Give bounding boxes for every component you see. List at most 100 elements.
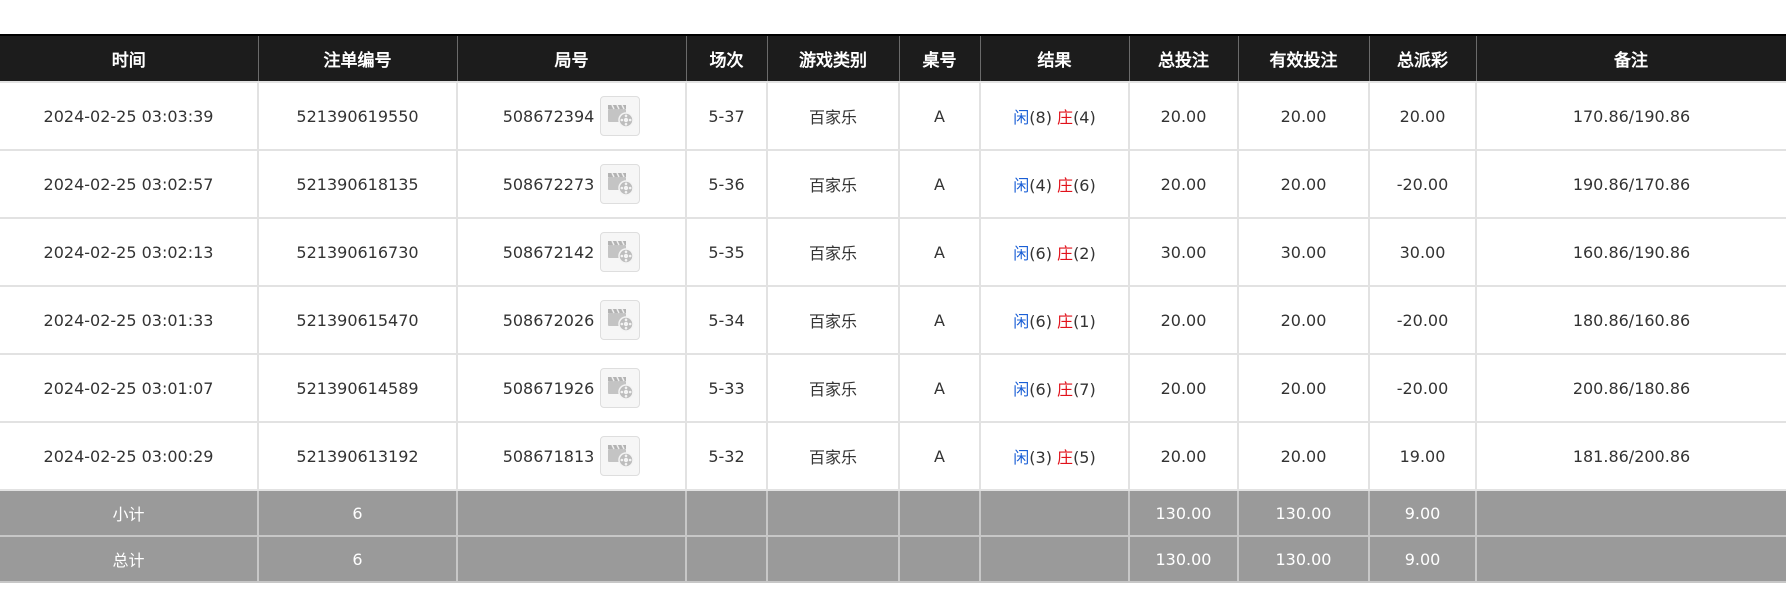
result-banker-label: 庄 [1057, 448, 1074, 467]
cell-total-payout: 19.00 [1368, 421, 1477, 491]
cell-order-no: 521390613192 [257, 421, 458, 491]
cell-remark: 181.86/200.86 [1475, 421, 1786, 491]
result-player-score: (4) [1029, 176, 1052, 195]
result-player-label: 闲 [1013, 312, 1030, 331]
cell-result: 闲(6) 庄(2) [979, 217, 1130, 287]
cell-remark: 160.86/190.86 [1475, 217, 1786, 287]
replay-button[interactable] [600, 164, 641, 204]
replay-button[interactable] [600, 232, 641, 272]
grand-total-total-payout: 9.00 [1368, 535, 1477, 583]
grand-total-row: 总计 6 130.00 130.00 9.00 [0, 535, 1786, 583]
round-no-group: 508672273 [503, 164, 641, 204]
cell-session: 5-32 [685, 421, 768, 491]
cell-session: 5-36 [685, 149, 768, 219]
cell-total-payout: -20.00 [1368, 285, 1477, 355]
cell-game-type: 百家乐 [766, 217, 900, 287]
column-header-total-bet: 总投注 [1128, 34, 1239, 82]
cell-session: 5-37 [685, 81, 768, 151]
result-player-label: 闲 [1013, 244, 1030, 263]
cell-table: A [898, 217, 981, 287]
result-player-label: 闲 [1013, 380, 1030, 399]
column-header-round-no: 局号 [456, 34, 687, 82]
cell-time: 2024-02-25 03:00:29 [0, 421, 259, 491]
cell-remark: 200.86/180.86 [1475, 353, 1786, 423]
cell-total-bet: 20.00 [1128, 81, 1239, 151]
cell-order-no: 521390616730 [257, 217, 458, 287]
grand-total-total-bet: 130.00 [1128, 535, 1239, 583]
cell-result: 闲(4) 庄(6) [979, 149, 1130, 219]
replay-button[interactable] [600, 436, 641, 476]
round-no-group: 508671926 [503, 368, 641, 408]
cell-total-bet: 30.00 [1128, 217, 1239, 287]
video-replay-icon [608, 308, 635, 332]
cell-table: A [898, 149, 981, 219]
empty-cell [456, 489, 687, 537]
column-header-result: 结果 [979, 34, 1130, 82]
cell-round-no: 508671926 [456, 353, 687, 423]
round-no-group: 508672026 [503, 300, 641, 340]
round-no-text: 508672026 [502, 310, 595, 330]
cell-remark: 190.86/170.86 [1475, 149, 1786, 219]
round-no-group: 508671813 [503, 436, 641, 476]
cell-valid-bet: 20.00 [1237, 421, 1370, 491]
cell-result: 闲(6) 庄(1) [979, 285, 1130, 355]
column-header-time: 时间 [0, 34, 259, 82]
result-banker-score: (4) [1073, 108, 1096, 127]
cell-order-no: 521390614589 [257, 353, 458, 423]
subtotal-total-bet: 130.00 [1128, 489, 1239, 537]
cell-game-type: 百家乐 [766, 353, 900, 423]
cell-result: 闲(3) 庄(5) [979, 421, 1130, 491]
cell-valid-bet: 30.00 [1237, 217, 1370, 287]
subtotal-total-payout: 9.00 [1368, 489, 1477, 537]
cell-total-bet: 20.00 [1128, 285, 1239, 355]
result-banker-label: 庄 [1057, 176, 1074, 195]
video-replay-icon [608, 172, 635, 196]
cell-valid-bet: 20.00 [1237, 149, 1370, 219]
grand-total-valid-bet: 130.00 [1237, 535, 1370, 583]
result-banker-score: (5) [1073, 448, 1096, 467]
result-banker-label: 庄 [1057, 380, 1074, 399]
cell-session: 5-34 [685, 285, 768, 355]
replay-button[interactable] [600, 96, 641, 136]
table-header-row: 时间 注单编号 局号 场次 游戏类别 桌号 结果 总投注 有效投注 总派彩 备注 [0, 34, 1786, 82]
cell-remark: 180.86/160.86 [1475, 285, 1786, 355]
column-header-order-no: 注单编号 [257, 34, 458, 82]
cell-round-no: 508672394 [456, 81, 687, 151]
cell-total-bet: 20.00 [1128, 421, 1239, 491]
cell-game-type: 百家乐 [766, 285, 900, 355]
round-no-text: 508671926 [502, 378, 595, 398]
table-body: 2024-02-25 03:03:39 521390619550 5086723… [0, 81, 1786, 491]
empty-cell [1475, 489, 1786, 537]
cell-time: 2024-02-25 03:01:33 [0, 285, 259, 355]
cell-valid-bet: 20.00 [1237, 81, 1370, 151]
subtotal-count: 6 [257, 489, 458, 537]
result-player-score: (6) [1029, 312, 1052, 331]
cell-total-bet: 20.00 [1128, 353, 1239, 423]
replay-button[interactable] [600, 300, 641, 340]
round-no-text: 508671813 [502, 446, 595, 466]
cell-order-no: 521390618135 [257, 149, 458, 219]
cell-total-payout: 20.00 [1368, 81, 1477, 151]
empty-cell [1475, 535, 1786, 583]
cell-result: 闲(8) 庄(4) [979, 81, 1130, 151]
cell-game-type: 百家乐 [766, 149, 900, 219]
table-row: 2024-02-25 03:03:39 521390619550 5086723… [0, 81, 1786, 151]
cell-valid-bet: 20.00 [1237, 353, 1370, 423]
replay-button[interactable] [600, 368, 641, 408]
result-banker-score: (7) [1073, 380, 1096, 399]
cell-round-no: 508672142 [456, 217, 687, 287]
column-header-valid-bet: 有效投注 [1237, 34, 1370, 82]
column-header-total-payout: 总派彩 [1368, 34, 1477, 82]
video-replay-icon [608, 376, 635, 400]
round-no-text: 508672394 [502, 106, 595, 126]
subtotal-valid-bet: 130.00 [1237, 489, 1370, 537]
grand-total-label: 总计 [0, 535, 259, 583]
result-banker-score: (1) [1073, 312, 1096, 331]
cell-round-no: 508671813 [456, 421, 687, 491]
result-player-score: (8) [1029, 108, 1052, 127]
empty-cell [898, 535, 981, 583]
cell-total-payout: 30.00 [1368, 217, 1477, 287]
result-player-label: 闲 [1013, 108, 1030, 127]
empty-cell [979, 535, 1130, 583]
empty-cell [898, 489, 981, 537]
